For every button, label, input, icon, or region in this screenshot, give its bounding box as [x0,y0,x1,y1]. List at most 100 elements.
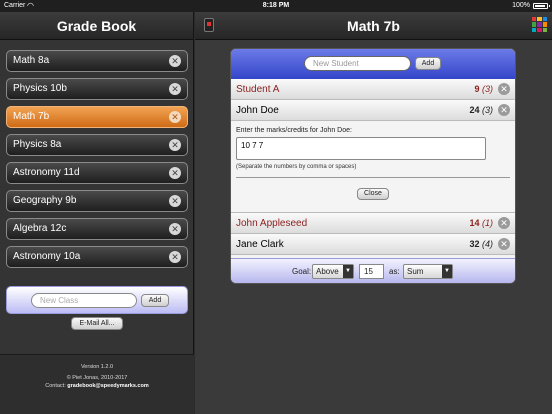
student-mark-count: (4) [482,239,493,249]
student-name: John Appleseed [236,218,308,229]
color-square [537,17,542,22]
new-class-input[interactable]: New Class [31,293,137,308]
delete-class-icon[interactable]: ✕ [169,195,181,207]
color-square [532,22,537,27]
marks-input[interactable]: 10 7 7 [236,137,486,160]
class-item-label: Astronomy 10a [13,251,81,262]
dropdown-arrow-icon: ▼ [442,265,452,278]
student-mark-count: (3) [482,105,493,115]
student-card: New Student Add Student A 9 (3) ✕ John Doe 2… [230,48,516,284]
clock: 8:18 PM [262,2,290,9]
close-editor-button[interactable]: Close [357,188,389,200]
color-grid-icon[interactable] [532,17,547,32]
class-item[interactable]: Math 8a ✕ [6,50,188,72]
student-row[interactable]: Student A 9 (3) ✕ [231,79,515,100]
delete-class-icon[interactable]: ✕ [169,167,181,179]
student-row[interactable]: John Doe 24 (3) ✕ [231,100,515,121]
student-list-bottom: John Appleseed 14 (1) ✕ Jane Clark 32 (4) ✕ [231,213,515,255]
student-mark-count: (1) [482,218,493,228]
class-item-label: Geography 9b [13,195,77,206]
status-bar: Carrier ◠ 8:18 PM 100% [0,0,552,12]
battery-percent: 100% [512,2,530,9]
student-score: 14 (1) [469,213,493,234]
student-mark-count: (3) [482,84,493,94]
class-item[interactable]: Physics 10b ✕ [6,78,188,100]
color-square [542,27,547,32]
goal-aggregate-select[interactable]: Sum ▼ [403,264,453,279]
add-student-button[interactable]: Add [415,57,441,70]
detail-title: Math 7b [347,18,400,34]
student-score-value: 24 [469,105,480,115]
goal-comparison-value: Above [316,267,339,276]
class-item-label: Math 8a [13,55,50,66]
color-square [537,27,542,32]
student-score-value: 14 [469,218,480,228]
contact-prefix: Contact: [45,383,66,389]
class-item[interactable]: Geography 9b ✕ [6,190,188,212]
delete-student-icon[interactable]: ✕ [498,238,510,250]
student-score: 9 (3) [474,79,493,100]
class-item[interactable]: Astronomy 10a ✕ [6,246,188,268]
add-class-button[interactable]: Add [141,294,169,307]
class-item[interactable]: Physics 8a ✕ [6,134,188,156]
delete-student-icon[interactable]: ✕ [498,217,510,229]
delete-class-icon[interactable]: ✕ [169,55,181,67]
delete-class-icon[interactable]: ✕ [169,223,181,235]
new-student-input[interactable]: New Student [304,56,411,71]
editor-divider [236,177,510,178]
student-score-value: 32 [469,239,480,249]
color-square [532,27,537,32]
marks-editor: Enter the marks/credits for John Doe: 10… [231,121,515,213]
student-name: John Doe [236,105,279,116]
goal-aggregate-value: Sum [407,267,424,276]
delete-class-icon[interactable]: ✕ [169,139,181,151]
as-label: as: [389,267,400,276]
sidebar-footer: Version 1.2.0 © Piet Jonas, 2010-2017 Co… [0,354,194,414]
contact-email-link[interactable]: gradebook@speedymarks.com [67,383,148,389]
class-item-label: Physics 8a [13,139,62,150]
goal-label: Goal: [292,267,312,276]
color-square [532,17,537,22]
class-item-label: Algebra 12c [13,223,67,234]
marks-prompt: Enter the marks/credits for John Doe: [236,127,352,134]
battery-icon [533,3,550,9]
delete-class-icon[interactable]: ✕ [169,111,181,123]
export-pdf-icon[interactable] [204,18,214,32]
delete-class-icon[interactable]: ✕ [169,251,181,263]
delete-class-icon[interactable]: ✕ [169,83,181,95]
color-square [542,17,547,22]
goal-value-input[interactable]: 15 [359,264,384,279]
class-item-label: Physics 10b [13,83,67,94]
class-item[interactable]: Math 7b ✕ [6,106,188,128]
goal-bar: Goal: Above ▼ 15 as: Sum ▼ [231,258,515,283]
color-square [537,22,542,27]
contact-line: Contact: gradebook@speedymarks.com [0,383,194,389]
new-class-bar: New Class Add [6,286,188,314]
delete-student-icon[interactable]: ✕ [498,104,510,116]
class-item[interactable]: Algebra 12c ✕ [6,218,188,240]
student-row[interactable]: John Appleseed 14 (1) ✕ [231,213,515,234]
student-name: Student A [236,84,280,95]
student-score: 32 (4) [469,234,493,255]
student-row[interactable]: Jane Clark 32 (4) ✕ [231,234,515,255]
class-sidebar: Grade Book Math 8a ✕ Physics 10b ✕ Math 7b ✕ P… [0,12,194,414]
email-all-button[interactable]: E-Mail All... [71,317,123,330]
student-name: Jane Clark [236,239,284,250]
class-list: Math 8a ✕ Physics 10b ✕ Math 7b ✕ Physics 8a ✕ A… [6,50,188,274]
class-detail: Math 7b New Student Add Student A9 (3) ✕ J… [195,12,552,414]
student-list-top: Student A 9 (3) ✕ John Doe 24 (3) ✕ [231,79,515,121]
student-score: 24 (3) [469,100,493,121]
color-square [542,22,547,27]
class-item[interactable]: Astronomy 11d ✕ [6,162,188,184]
dropdown-arrow-icon: ▼ [343,265,353,278]
goal-comparison-select[interactable]: Above ▼ [312,264,354,279]
class-item-label: Astronomy 11d [13,167,80,178]
class-item-label: Math 7b [13,111,50,122]
marks-hint: (Separate the numbers by comma or spaces… [236,164,357,170]
detail-header: Math 7b [195,12,552,40]
version-label: Version 1.2.0 [80,364,114,370]
sidebar-title: Grade Book [0,12,193,40]
delete-student-icon[interactable]: ✕ [498,83,510,95]
copyright-label: © Piet Jonas, 2010-2017 [66,375,128,381]
new-student-bar: New Student Add [231,49,515,79]
